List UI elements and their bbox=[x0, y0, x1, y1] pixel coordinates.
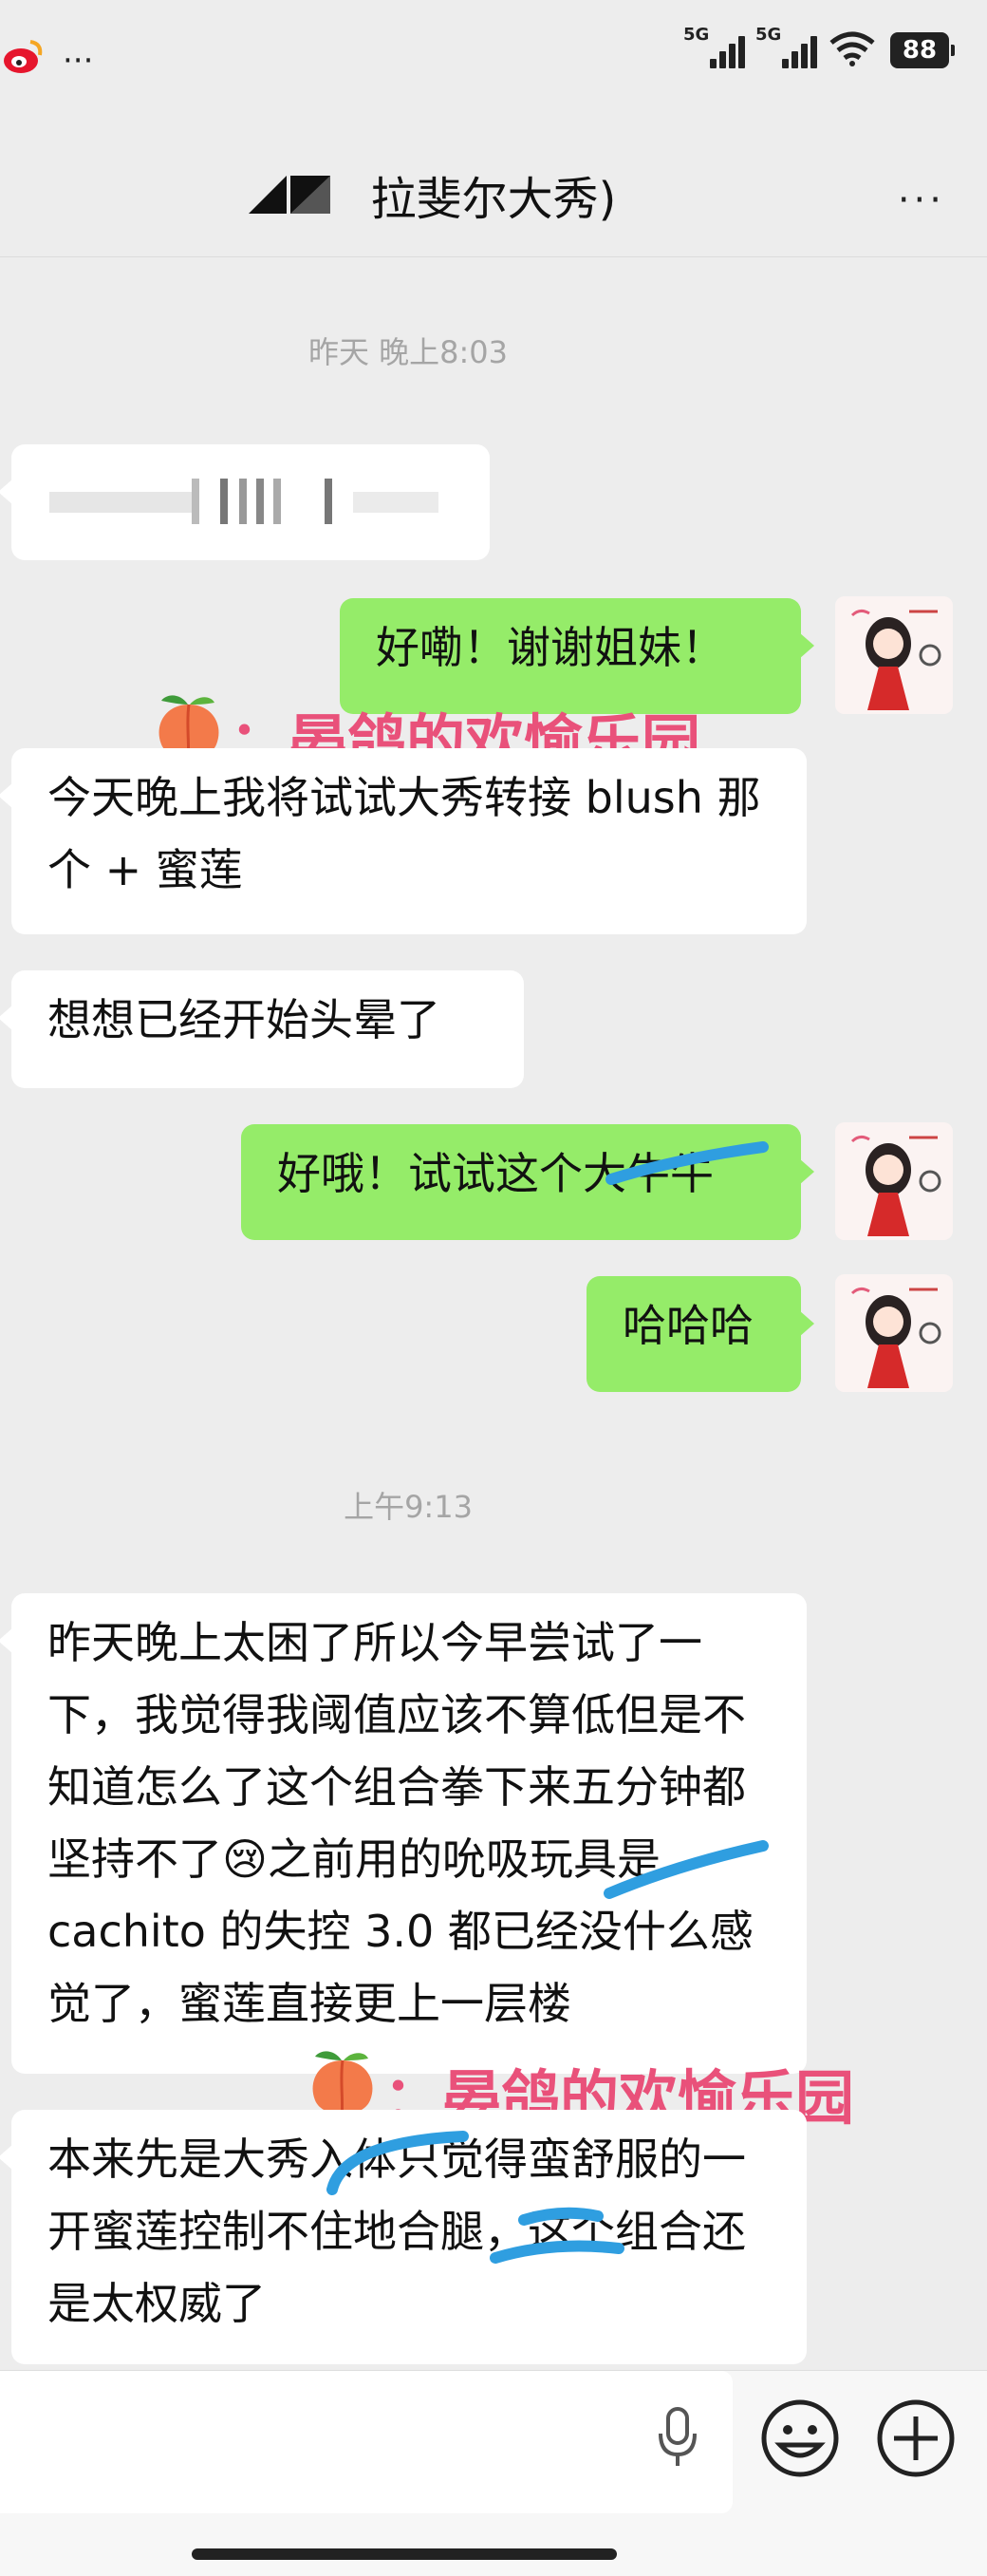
wifi-icon bbox=[828, 29, 877, 71]
home-indicator[interactable] bbox=[192, 2548, 617, 2560]
avatar[interactable] bbox=[835, 1122, 953, 1240]
blurred-content bbox=[49, 479, 438, 524]
more-options-icon[interactable]: ··· bbox=[898, 179, 945, 222]
message-incoming[interactable]: 昨天晚上太困了所以今早尝试了一下，我觉得我阈值应该不算低但是不知道怎么了这个组合… bbox=[0, 1593, 807, 2074]
scribble-mark bbox=[605, 1141, 769, 1185]
chat-title: 拉斐尔大秀) bbox=[370, 173, 617, 226]
add-icon[interactable] bbox=[875, 2397, 957, 2483]
message-incoming[interactable]: 今天晚上我将试试大秀转接 blush 那个 + 蜜莲 bbox=[0, 748, 807, 934]
weibo-icon bbox=[0, 36, 46, 85]
battery-icon: 88 bbox=[890, 32, 955, 68]
scribble-mark bbox=[604, 1840, 769, 1899]
status-right: 5G 5G 88 bbox=[683, 25, 955, 72]
timestamp: 昨天 晚上8:03 bbox=[307, 334, 509, 370]
status-left: ··· bbox=[0, 36, 93, 85]
message-input[interactable] bbox=[0, 2371, 733, 2513]
message-outgoing[interactable]: 哈哈哈 bbox=[587, 1276, 814, 1392]
message-incoming[interactable]: 本来先是大秀入体只觉得蛮舒服的一开蜜莲控制不住地合腿，这个组合还是太权威了 bbox=[0, 2110, 807, 2364]
message-incoming-blurred[interactable] bbox=[0, 444, 490, 560]
status-bar: ··· 5G 5G 88 bbox=[0, 0, 987, 114]
chat-header: 拉斐尔大秀) ··· bbox=[0, 133, 987, 257]
message-outgoing[interactable]: 好哦！试试这个大牛牛 bbox=[241, 1124, 814, 1240]
avatar[interactable] bbox=[835, 596, 953, 714]
emoji-icon[interactable] bbox=[759, 2397, 841, 2483]
microphone-icon[interactable] bbox=[649, 2399, 706, 2479]
message-text: 昨天晚上太困了所以今早尝试了一下，我觉得我阈值应该不算低但是不知道怎么了这个组合… bbox=[47, 1617, 754, 2029]
signal-1-icon: 5G bbox=[683, 25, 745, 72]
scribble-mark bbox=[490, 2207, 624, 2264]
timestamp: 上午9:13 bbox=[344, 1489, 473, 1525]
message-incoming[interactable]: 想想已经开始头晕了 bbox=[0, 970, 524, 1088]
avatar[interactable] bbox=[835, 1274, 953, 1392]
more-dots-icon: ··· bbox=[63, 41, 94, 80]
signal-2-icon: 5G bbox=[755, 25, 817, 72]
input-bar bbox=[0, 2370, 987, 2576]
scribble-mark bbox=[326, 2131, 469, 2195]
